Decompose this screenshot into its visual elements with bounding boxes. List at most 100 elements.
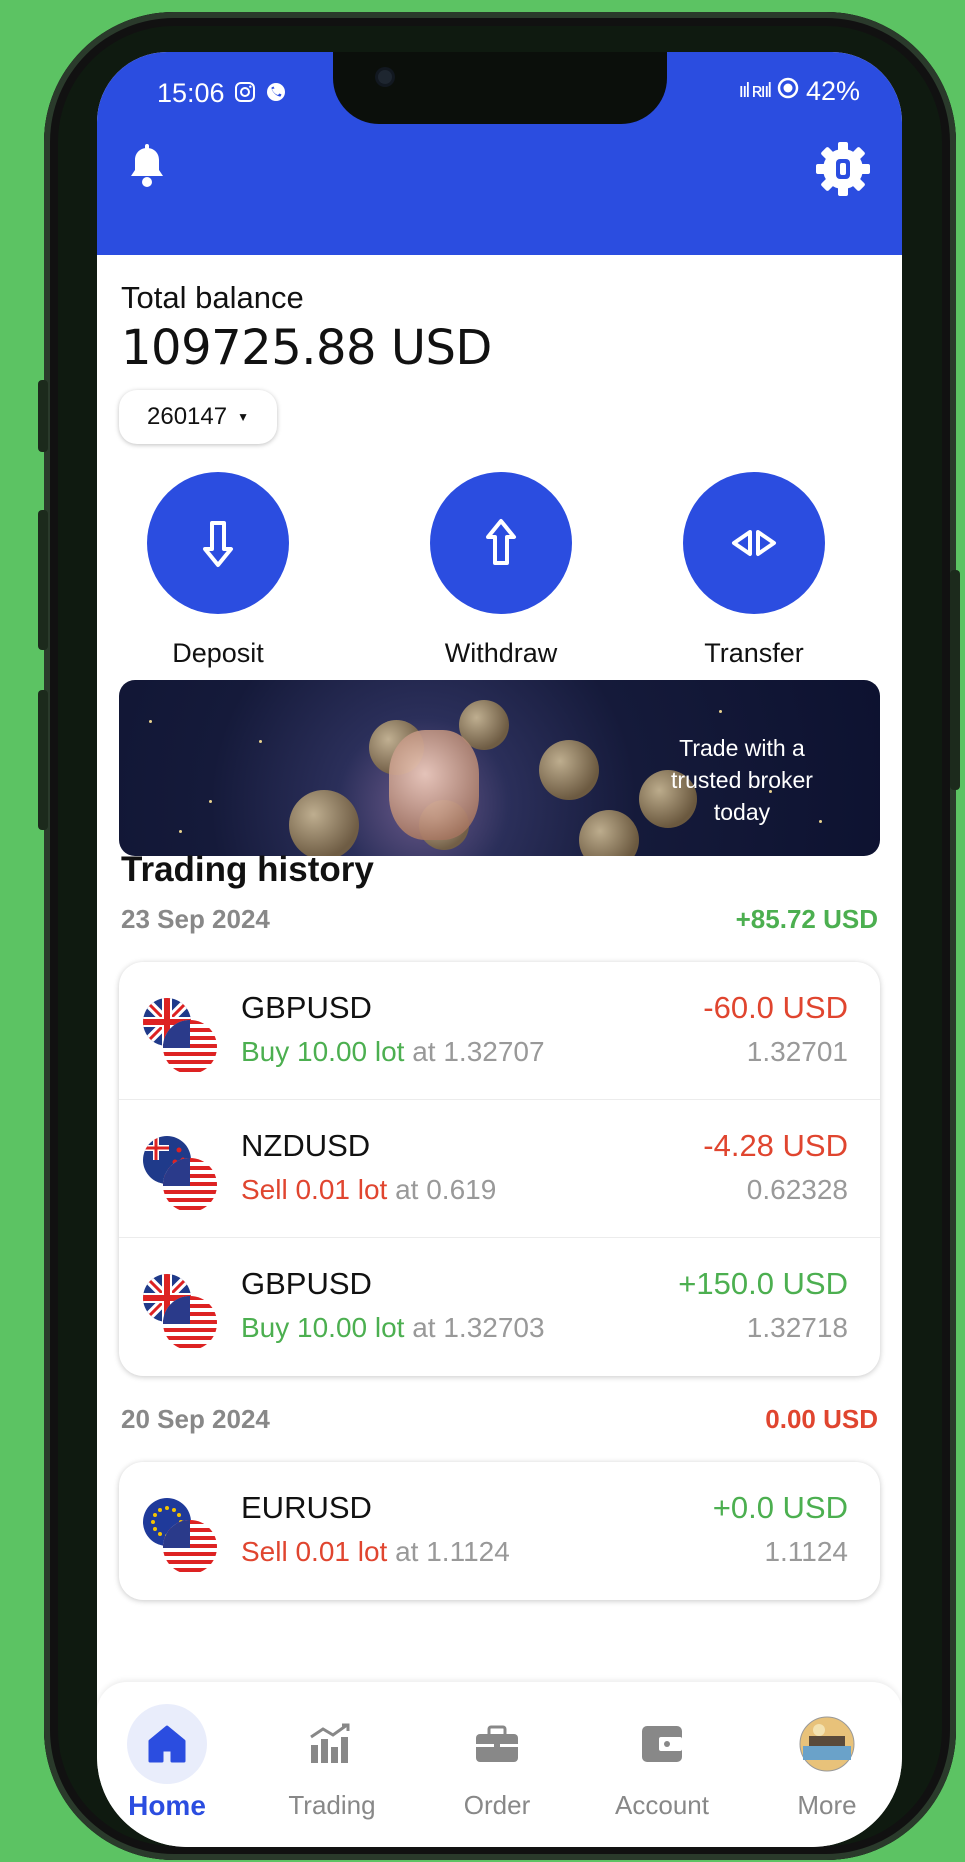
trade-row[interactable]: GBPUSD Buy 10.00 lot at 1.32707 -60.0 US… xyxy=(119,962,880,1100)
bell-icon[interactable] xyxy=(127,144,167,188)
trade-pnl: -60.0 USD xyxy=(703,990,848,1025)
trade-close-price: 1.32718 xyxy=(746,1312,848,1343)
coin-graphic xyxy=(289,790,359,856)
front-camera xyxy=(378,70,392,84)
deposit-circle[interactable] xyxy=(147,472,289,614)
battery-icon xyxy=(776,76,800,107)
status-right: ııl ʀııl 42% xyxy=(738,76,860,107)
trade-card: GBPUSD Buy 10.00 lot at 1.32707 -60.0 US… xyxy=(119,962,880,1376)
gbp-usd-flags-icon xyxy=(143,998,219,1074)
account-selector[interactable]: 260147 ▼ xyxy=(119,390,277,444)
phone-volume-down xyxy=(38,690,48,830)
nzd-usd-flags-icon xyxy=(143,1136,219,1212)
nav-order-label: Order xyxy=(463,1790,531,1820)
account-number: 260147 xyxy=(147,403,228,430)
promo-banner[interactable]: Trade with a trusted broker today xyxy=(119,680,880,856)
trade-open-price: at 1.1124 xyxy=(387,1536,510,1567)
trade-description: Sell 0.01 lot at 0.619 xyxy=(241,1174,496,1206)
trade-symbol: GBPUSD xyxy=(241,990,372,1025)
nav-home[interactable]: Home xyxy=(97,1682,237,1822)
nav-account-label: Account xyxy=(615,1790,709,1820)
coin-graphic xyxy=(579,810,639,856)
date-group-header: 20 Sep 2024 0.00 USD xyxy=(121,1404,878,1435)
deposit-label: Deposit xyxy=(172,638,264,668)
instagram-icon xyxy=(232,80,258,106)
trade-symbol: NZDUSD xyxy=(241,1128,371,1163)
chart-icon xyxy=(292,1704,372,1784)
banner-text: Trade with a trusted broker today xyxy=(671,735,813,825)
phone-notch xyxy=(333,52,667,124)
transfer-arrows-icon xyxy=(732,530,776,556)
trade-close-price: 1.32701 xyxy=(746,1036,848,1067)
arrow-up-icon xyxy=(486,519,516,565)
phone-side-button xyxy=(38,380,48,452)
coin-graphic xyxy=(539,740,599,800)
wallet-icon xyxy=(622,1704,702,1784)
phone-power-button xyxy=(950,570,960,790)
trade-row[interactable]: NZDUSD Sell 0.01 lot at 0.619 -4.28 USD … xyxy=(119,1100,880,1238)
trade-description: Buy 10.00 lot at 1.32707 xyxy=(241,1036,545,1068)
transfer-circle[interactable] xyxy=(683,472,825,614)
trade-description: Sell 0.01 lot at 1.1124 xyxy=(241,1536,510,1568)
trade-card: EURUSD Sell 0.01 lot at 1.1124 +0.0 USD … xyxy=(119,1462,880,1600)
date-group-header: 23 Sep 2024 +85.72 USD xyxy=(121,904,878,935)
trade-side: Buy 10.00 lot xyxy=(241,1036,405,1067)
trade-side: Sell 0.01 lot xyxy=(241,1536,388,1567)
gear-icon[interactable] xyxy=(814,140,872,198)
battery-level: 42% xyxy=(805,76,860,106)
trade-row[interactable]: GBPUSD Buy 10.00 lot at 1.32703 +150.0 U… xyxy=(119,1238,880,1376)
total-balance-label: Total balance xyxy=(121,280,304,315)
withdraw-label: Withdraw xyxy=(444,638,558,668)
trade-pnl: +0.0 USD xyxy=(712,1490,848,1525)
deposit-button[interactable]: Deposit xyxy=(147,472,289,669)
briefcase-icon xyxy=(457,1704,537,1784)
nav-more[interactable]: More xyxy=(757,1682,897,1821)
profile-avatar-icon xyxy=(787,1704,867,1784)
trade-symbol: GBPUSD xyxy=(241,1266,372,1301)
transfer-label: Transfer xyxy=(704,638,804,668)
sparkle xyxy=(259,740,262,743)
arrow-down-icon xyxy=(203,521,233,567)
trade-pnl: -4.28 USD xyxy=(703,1128,848,1163)
trade-side: Sell 0.01 lot xyxy=(241,1174,388,1205)
trade-close-price: 0.62328 xyxy=(746,1174,848,1205)
trade-close-price: 1.1124 xyxy=(764,1536,848,1567)
date-label: 20 Sep 2024 xyxy=(121,1404,270,1434)
phone-volume-up xyxy=(38,510,48,650)
trade-side: Buy 10.00 lot xyxy=(241,1312,405,1343)
trading-history-title: Trading history xyxy=(121,850,374,889)
trade-open-price: at 0.619 xyxy=(387,1174,497,1205)
hand-graphic xyxy=(389,730,479,840)
nav-trading-label: Trading xyxy=(288,1790,376,1820)
app-screen: 15:06 ııl ʀııl 42% Total balance 109725.… xyxy=(97,52,902,1847)
total-balance-value: 109725.88 USD xyxy=(121,320,492,376)
date-total: 0.00 USD xyxy=(765,1404,878,1434)
sparkle xyxy=(719,710,722,713)
sparkle xyxy=(179,830,182,833)
home-icon xyxy=(127,1704,207,1784)
sparkle xyxy=(209,800,212,803)
trade-row[interactable]: EURUSD Sell 0.01 lot at 1.1124 +0.0 USD … xyxy=(119,1462,880,1600)
withdraw-circle[interactable] xyxy=(430,472,572,614)
nav-trading[interactable]: Trading xyxy=(262,1682,402,1821)
transfer-button[interactable]: Transfer xyxy=(683,472,825,669)
trade-pnl: +150.0 USD xyxy=(678,1266,848,1301)
bottom-nav: Home Trading Order Account More xyxy=(97,1682,902,1847)
date-total: +85.72 USD xyxy=(735,904,878,934)
signal-icon: ııl ʀııl xyxy=(738,80,771,102)
nav-order[interactable]: Order xyxy=(427,1682,567,1821)
gbp-usd-flags-icon xyxy=(143,1274,219,1350)
whatsapp-icon xyxy=(263,80,289,106)
nav-home-label: Home xyxy=(128,1790,206,1821)
nav-more-label: More xyxy=(797,1790,857,1820)
trade-open-price: at 1.32703 xyxy=(404,1312,545,1343)
status-time: 15:06 xyxy=(157,78,225,108)
withdraw-button[interactable]: Withdraw xyxy=(430,472,572,669)
eur-usd-flags-icon xyxy=(143,1498,219,1574)
sparkle xyxy=(149,720,152,723)
date-label: 23 Sep 2024 xyxy=(121,904,270,934)
trade-description: Buy 10.00 lot at 1.32703 xyxy=(241,1312,545,1344)
trade-symbol: EURUSD xyxy=(241,1490,372,1525)
nav-account[interactable]: Account xyxy=(592,1682,732,1821)
caret-down-icon: ▼ xyxy=(237,410,249,424)
